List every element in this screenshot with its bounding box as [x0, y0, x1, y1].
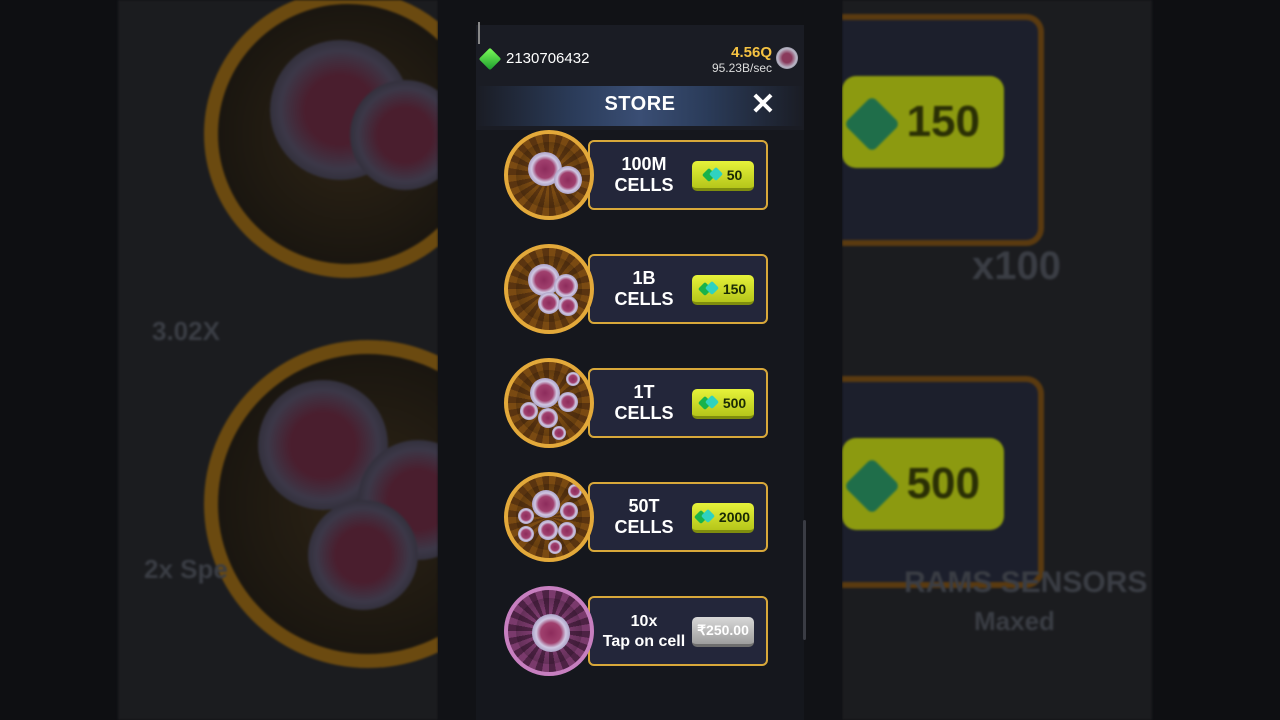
- store-item-1t-cells[interactable]: 1T CELLS 500: [504, 358, 770, 448]
- store-item-card: 10x Tap on cell ₹250.00: [588, 596, 768, 666]
- buy-button[interactable]: 150: [692, 275, 754, 305]
- gem-icon: [704, 169, 722, 181]
- buy-button[interactable]: ₹250.00: [692, 617, 754, 647]
- store-header: STORE ✕: [476, 86, 804, 126]
- store-item-label: 1T CELLS: [614, 382, 674, 423]
- store-item-card: 1T CELLS 500: [588, 368, 768, 438]
- gem-icon: [700, 283, 718, 295]
- cells-medal-icon: [504, 358, 594, 448]
- scrollbar[interactable]: [803, 520, 806, 640]
- store-item-label: 10x Tap on cell: [602, 613, 686, 650]
- store-item-10x-tap[interactable]: 10x Tap on cell ₹250.00: [504, 586, 770, 676]
- background-multiplier-text: 3.02X: [152, 316, 220, 346]
- background-speed-text: 2x Spe: [144, 554, 228, 584]
- text-cursor: [478, 22, 480, 44]
- cell-counter: 4.56Q 95.23B/sec: [712, 44, 772, 75]
- buy-button[interactable]: 500: [692, 389, 754, 419]
- cell-total: 4.56Q: [731, 44, 772, 61]
- cells-medal-icon: [504, 472, 594, 562]
- store-item-1b-cells[interactable]: 1B CELLS 150: [504, 244, 770, 334]
- buy-button[interactable]: 50: [692, 161, 754, 191]
- gem-icon: [478, 47, 502, 70]
- gem-icon: [696, 511, 714, 523]
- close-button[interactable]: ✕: [748, 90, 778, 120]
- background-x100-text: x100: [972, 244, 1061, 288]
- store-item-label: 1B CELLS: [614, 268, 674, 309]
- gem-icon: [700, 397, 718, 409]
- cells-medal-icon: [504, 130, 594, 220]
- cell-rate: 95.23B/sec: [711, 61, 772, 75]
- background-left-panel: 3.02X 2x Spe: [118, 0, 438, 720]
- store-item-card: 100M CELLS 50: [588, 140, 768, 210]
- game-screen: 2130706432 4.56Q 95.23B/sec STORE ✕ 100M…: [438, 0, 842, 720]
- store-item-card: 50T CELLS 2000: [588, 482, 768, 552]
- buy-button[interactable]: 2000: [692, 503, 754, 533]
- gem-count: 2130706432: [506, 50, 590, 67]
- tap-boost-medal-icon: [504, 586, 594, 676]
- background-cell: [308, 500, 418, 610]
- store-item-50t-cells[interactable]: 50T CELLS 2000: [504, 472, 770, 562]
- gem-counter: 2130706432: [478, 47, 590, 70]
- cells-medal-icon: [504, 244, 594, 334]
- background-maxed-text: Maxed: [974, 606, 1055, 636]
- background-upgrade-text: RAMS SENSORS: [904, 566, 1148, 599]
- store-item-100m-cells[interactable]: 100M CELLS 50: [504, 130, 770, 220]
- store-item-label: 100M CELLS: [614, 154, 674, 195]
- store-item-card: 1B CELLS 150: [588, 254, 768, 324]
- store-item-label: 50T CELLS: [614, 496, 674, 537]
- background-right-panel: 150 x100 500 RAMS SENSORS Maxed: [842, 0, 1152, 720]
- cell-icon: [776, 47, 798, 69]
